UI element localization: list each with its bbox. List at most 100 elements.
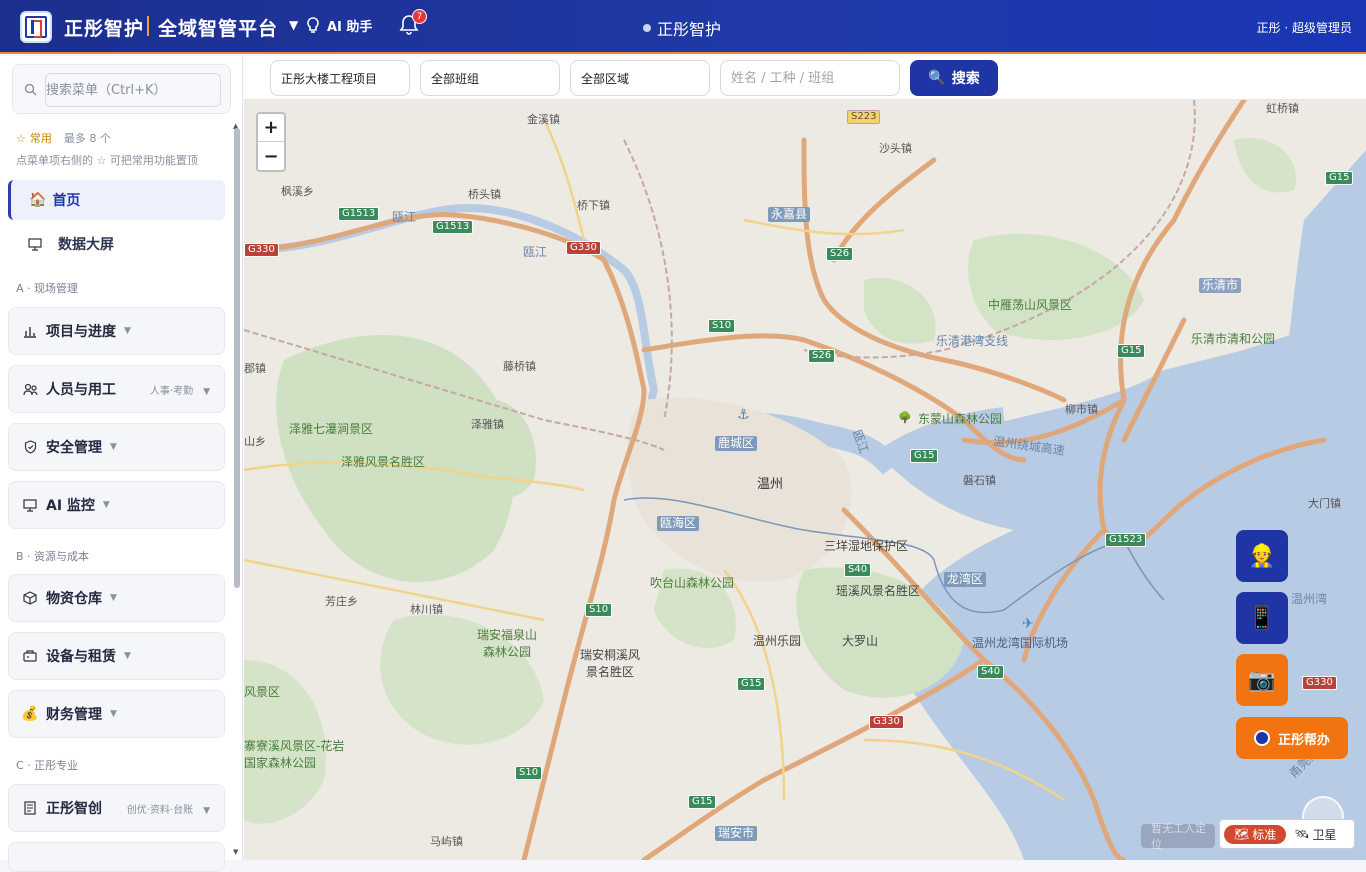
map-label: 柳市镇 [1065,403,1098,416]
worker-locate-button[interactable]: 👷 [1236,530,1288,582]
map-label: 金溪镇 [527,113,560,126]
map-label: 乐清港湾支线 [936,334,1009,348]
layer-standard-button[interactable]: 🗺 标准 [1224,824,1287,844]
section-title-a: A · 现场管理 [16,282,79,295]
menu-search-input[interactable] [45,73,221,107]
road-shield: G330 [566,241,601,255]
map-label: 温州 [757,477,784,492]
help-logo-icon [1253,730,1270,746]
map-district: 永嘉县 [768,207,811,222]
map-label: 藤桥镇 [503,360,536,373]
map-layer-switch: 🗺 标准 🛰 卫星 [1219,819,1355,849]
center-title-text: 正彤智护 [657,20,722,39]
sidebar-item-label: 物资仓库 [46,591,102,607]
project-select[interactable]: 正彤大楼工程项目 [270,60,410,96]
sidebar-item-finance[interactable]: 💰 财务管理 ▼ [8,690,225,738]
road-shield: S40 [977,665,1005,679]
top-header: 正彤智护 全域智管平台 ▼ AI 助手 7 正彤智护 正彤 · 超级管理员 [0,0,1366,54]
sidebar-item-staff[interactable]: 人员与用工 人事·考勤 ▼ [8,365,225,413]
star-icon: ☆ [16,131,26,145]
box-icon [22,590,38,606]
map-label: 林川镇 [410,603,443,616]
sidebar-item-warehouse[interactable]: 物资仓库 ▼ [8,574,225,622]
sidebar-item-home[interactable]: 🏠 首页 [8,180,225,220]
sidebar-item-label: 人员与用工 [46,382,116,398]
area-select[interactable]: 全部区域 [570,60,710,96]
airplane-icon: ✈ [1022,616,1034,632]
road-shield: G15 [737,677,766,691]
search-icon [24,83,37,96]
road-shield: G1523 [1105,533,1147,547]
layer-satellite-button[interactable]: 🛰 卫星 [1294,826,1336,843]
sidebar-item-ai-monitor[interactable]: AI 监控 ▼ [8,481,225,529]
chevron-down-icon: ▼ [110,442,117,452]
map-label: 郡镇 [244,362,266,375]
map-label: 中雁荡山风景区 [988,298,1073,312]
sidebar-item-label: 财务管理 [46,707,102,723]
sidebar-item-zhichuang[interactable]: 正彤智创 创优·资料·台账 ▼ [8,784,225,832]
mobile-button[interactable]: 📱 [1236,592,1288,644]
monitor-icon [28,237,42,251]
map-label: 瑞安桐溪风景名胜区 [579,648,640,679]
lightbulb-icon [307,16,319,33]
road-shield: G330 [1302,676,1337,690]
equipment-icon [22,648,38,664]
platform-dropdown-icon[interactable]: ▼ [289,18,298,32]
sidebar-item-partial[interactable] [8,842,225,872]
sidebar-item-label: 设备与租赁 [46,649,116,665]
map-label: 瓯江 [392,210,417,224]
team-select[interactable]: 全部班组 [420,60,560,96]
road-shield: S10 [708,319,736,333]
map-district: 龙湾区 [944,572,987,587]
sub-label: 创优·资料·台账 [126,804,194,816]
shield-icon [22,439,38,455]
sidebar-item-label: AI 监控 [46,498,95,514]
sidebar-item-equipment[interactable]: 设备与租赁 ▼ [8,632,225,680]
road-shield: S10 [585,603,613,617]
map-district: 鹿城区 [715,436,758,451]
map-label: 温州龙湾国际机场 [972,636,1069,650]
favorites-hint: 点菜单项右侧的 ☆ 可把常用功能置顶 [16,154,198,167]
road-shield: G15 [1325,171,1354,185]
road-shield: G15 [1117,344,1146,358]
zoom-control: + − [256,112,286,172]
user-info[interactable]: 正彤 · 超级管理员 [1257,19,1352,36]
help-button-label: 正彤帮办 [1277,732,1330,748]
anchor-icon: ⚓ [737,407,750,423]
map-label: 风景区 [244,685,281,699]
zoom-in-button[interactable]: + [258,114,284,142]
scroll-down-icon[interactable]: ▼ [233,848,238,856]
sidebar-item-label: 安全管理 [46,440,102,456]
map-district: 瑞安市 [715,826,758,841]
layer-standard-label: 标准 [1252,827,1277,842]
sidebar-item-safety[interactable]: 安全管理 ▼ [8,423,225,471]
map-label: 泽雅镇 [471,418,504,431]
worker-search-input[interactable] [720,60,900,96]
section-title-b: B · 资源与成本 [16,550,90,563]
chevron-down-icon: ▼ [203,805,210,816]
map-label: 三垟湿地保护区 [824,539,909,553]
sidebar-item-project[interactable]: 项目与进度 ▼ [8,307,225,355]
map-canvas[interactable]: + − 金溪镇 沙头镇 桥头镇 桥下镇 枫溪乡 永嘉县 中雁荡山风景区 乐清市 … [244,100,1366,860]
map-label: 寨寮溪风景区-花岩国家森林公园 [244,739,345,770]
app-logo[interactable] [20,11,52,43]
map-label: 大门镇 [1308,497,1341,510]
help-button[interactable]: 正彤帮办 [1236,717,1348,759]
camera-button[interactable]: 📷 [1236,654,1288,706]
sidebar-item-label: 项目与进度 [46,324,116,340]
map-label: 泽雅七瀑涧景区 [289,422,374,436]
map-label: 枫溪乡 [281,185,314,198]
road-shield: S26 [808,349,836,363]
search-button[interactable]: 🔍 搜索 [910,60,998,96]
sidebar-item-data-screen[interactable]: 数据大屏 [8,224,225,264]
sidebar-item-label: 数据大屏 [58,237,114,253]
chevron-down-icon: ▼ [203,386,210,397]
zoom-out-button[interactable]: − [258,142,284,170]
sidebar-scrollbar[interactable] [234,128,240,588]
road-shield: S10 [515,766,543,780]
home-icon: 🏠 [29,192,47,208]
map-label: 虹桥镇 [1266,102,1299,115]
road-shield: S40 [844,563,872,577]
ai-assistant-button[interactable]: AI 助手 [305,16,372,35]
brand-name: 正彤智护 [64,18,145,40]
